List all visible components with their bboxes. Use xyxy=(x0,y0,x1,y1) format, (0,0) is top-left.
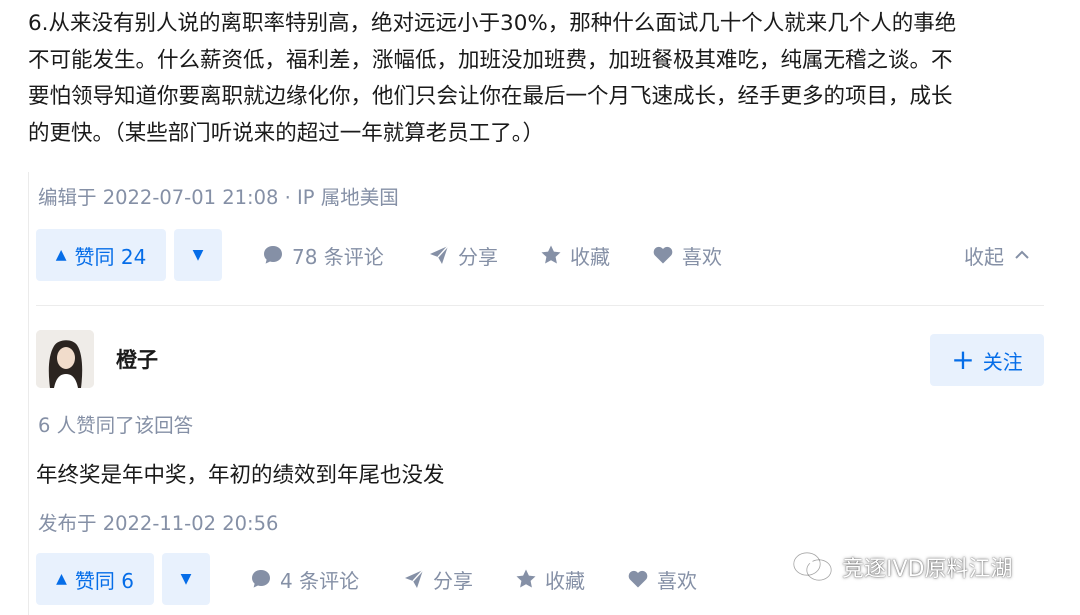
avatar-image xyxy=(36,330,94,388)
paper-plane-icon xyxy=(430,245,449,264)
upvote-button[interactable]: ▲ 赞同 6 xyxy=(36,553,154,605)
paper-plane-icon xyxy=(405,569,424,588)
follow-button[interactable]: + 关注 xyxy=(930,334,1044,386)
star-icon xyxy=(541,245,561,264)
favorite-button[interactable]: 收藏 xyxy=(515,553,585,605)
triangle-down-icon: ▼ xyxy=(180,571,192,587)
answer-content: 6.从来没有别人说的离职率特别高，绝对远远小于30%，那种什么面试几十个人就来几… xyxy=(28,6,1048,152)
collapse-button[interactable]: 收起 xyxy=(964,229,1032,281)
watermark-text: 竞逐IVD原料江湖 xyxy=(842,557,1013,582)
favorite-label: 收藏 xyxy=(545,568,585,593)
answer-action-bar: ▲ 赞同 24 ▼ xyxy=(36,229,222,281)
heart-icon xyxy=(628,570,648,588)
heart-icon xyxy=(653,246,673,264)
upvote-label: 赞同 24 xyxy=(74,244,147,269)
answer-content-line: 要怕领导知道你要离职就边缘化你，他们只会让你在最后一个月飞速成长，经手更多的项目… xyxy=(28,84,953,109)
author-name[interactable]: 橙子 xyxy=(116,344,158,374)
like-button[interactable]: 喜欢 xyxy=(627,553,697,605)
triangle-up-icon: ▲ xyxy=(55,247,67,263)
comment-bubble-icon xyxy=(264,246,282,264)
chevron-up-icon xyxy=(1015,250,1029,259)
answer-content-line: 的更快。（某些部门听说来的超过一年就算老员工了。） xyxy=(28,120,545,146)
like-button[interactable]: 喜欢 xyxy=(652,229,722,281)
like-label: 喜欢 xyxy=(682,244,722,269)
favorite-label: 收藏 xyxy=(570,244,610,269)
share-label: 分享 xyxy=(433,568,473,593)
answer-content: 年终奖是年中奖，年初的绩效到年尾也没发 xyxy=(36,463,445,488)
edited-timestamp: 编辑于 2022-07-01 21:08 · IP 属地美国 xyxy=(38,186,399,209)
triangle-down-icon: ▼ xyxy=(192,247,204,263)
answer-left-border xyxy=(28,172,29,615)
favorite-button[interactable]: 收藏 xyxy=(540,229,610,281)
share-button[interactable]: 分享 xyxy=(403,553,473,605)
like-label: 喜欢 xyxy=(657,568,697,593)
answer-content-line: 不可能发生。什么薪资低，福利差，涨幅低，加班没加班费，加班餐极其难吃，纯属无稽之… xyxy=(28,47,953,73)
published-timestamp: 发布于 2022-11-02 20:56 xyxy=(38,512,279,535)
follow-label: 关注 xyxy=(982,349,1023,374)
downvote-button[interactable]: ▼ xyxy=(162,553,210,605)
answer-divider xyxy=(36,305,1044,306)
upvote-button[interactable]: ▲ 赞同 24 xyxy=(36,229,166,281)
comments-button[interactable]: 4 条评论 xyxy=(250,553,359,605)
upvote-label: 赞同 6 xyxy=(74,568,134,593)
share-button[interactable]: 分享 xyxy=(428,229,498,281)
share-label: 分享 xyxy=(458,244,498,269)
wechat-icon xyxy=(793,552,832,581)
comments-label: 4 条评论 xyxy=(280,568,360,593)
answer-content-line: 6.从来没有别人说的离职率特别高，绝对远远小于30%，那种什么面试几十个人就来几… xyxy=(28,11,957,36)
comments-label: 78 条评论 xyxy=(292,244,384,269)
downvote-button[interactable]: ▼ xyxy=(174,229,222,281)
comments-button[interactable]: 78 条评论 xyxy=(262,229,384,281)
answer-action-bar: ▲ 赞同 6 ▼ xyxy=(36,553,210,605)
vote-summary: 6 人赞同了该回答 xyxy=(38,414,194,437)
collapse-label: 收起 xyxy=(964,244,1004,269)
avatar[interactable] xyxy=(36,330,94,388)
star-icon xyxy=(516,569,536,588)
watermark: 竞逐IVD原料江湖 xyxy=(792,550,1012,584)
triangle-up-icon: ▲ xyxy=(56,571,67,587)
plus-icon: + xyxy=(951,343,975,376)
comment-bubble-icon xyxy=(252,570,270,588)
